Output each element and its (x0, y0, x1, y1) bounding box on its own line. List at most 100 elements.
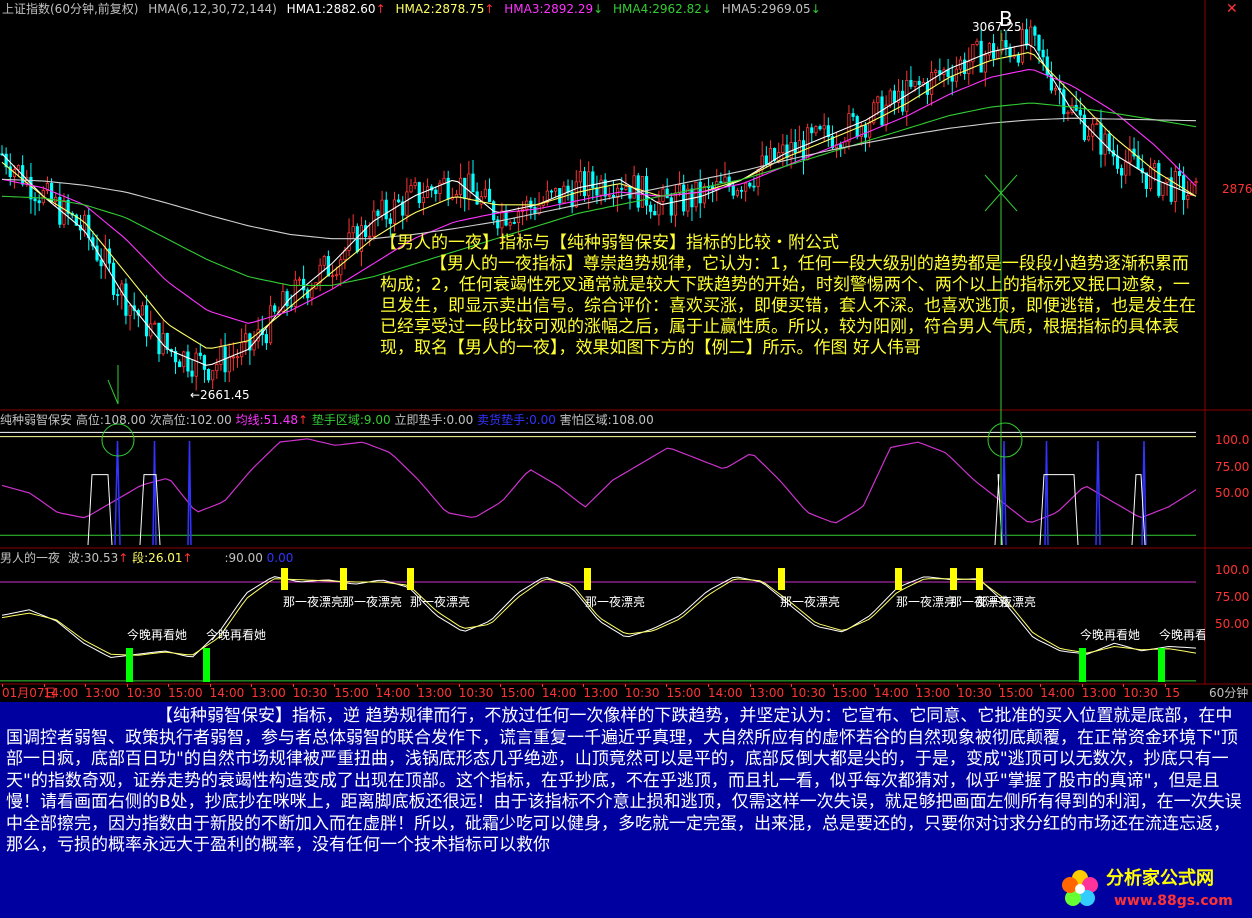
time-axis-label: 13:00 (251, 686, 286, 700)
candle-body (1004, 40, 1008, 48)
panel1-buy: 卖货垫手:0.00 (477, 413, 556, 427)
time-axis-label: 10:30 (624, 686, 660, 700)
panel2-seg: 段:26.01 (132, 551, 183, 565)
sell-signal-bar (340, 568, 347, 590)
candle-body (587, 171, 591, 197)
candle-body (442, 177, 446, 184)
candle-body (33, 198, 37, 202)
candle-body (388, 218, 392, 224)
candle-body (855, 116, 859, 137)
candle-body (934, 70, 938, 74)
candle-body (487, 188, 492, 203)
arrow-up-icon: ↑ (182, 551, 193, 565)
candle-body (471, 173, 475, 193)
candle-body (504, 210, 508, 226)
candle-body (1186, 194, 1190, 200)
candle-body (1124, 161, 1128, 176)
hma1-value: HMA1:2882.60 (286, 2, 376, 16)
candle-body (483, 188, 487, 197)
candle-body (297, 278, 302, 281)
candle-body (508, 222, 512, 226)
time-axis-label: 13:00 (749, 686, 785, 700)
time-axis-label: 15:00 (998, 686, 1034, 700)
candle-body (235, 356, 240, 359)
high-price-label: 3067.25 (972, 20, 1022, 34)
bottom-note-text: 【纯种弱智保安】指标，逆 趋势规律而行，不放过任何一次像样的下跌趋势，并坚定认为… (6, 706, 1242, 855)
candle-body (814, 126, 818, 134)
time-axis-label: 15:00 (334, 686, 369, 700)
sell-signal-bar (976, 568, 983, 590)
candle-body (649, 204, 653, 212)
candle-body (975, 40, 979, 45)
time-axis-tick (375, 684, 377, 687)
time-axis-label: 13:00 (85, 686, 120, 700)
candle-body (363, 225, 368, 237)
candle-body (582, 171, 587, 197)
time-axis-label: 13:00 (583, 686, 618, 700)
buy-signal-bar (203, 648, 210, 682)
candle-body (1173, 171, 1177, 202)
time-axis-label: 13:00 (1081, 686, 1117, 700)
candle-body (669, 197, 673, 216)
candle-body (397, 199, 401, 203)
panel1-name: 纯种弱智保安 (0, 413, 73, 427)
time-axis-tick (1081, 684, 1083, 687)
candle-body (1025, 29, 1029, 46)
panel1-cushion: 垫手区域:9.00 (311, 413, 391, 427)
candle-body (322, 256, 326, 266)
time-axis-label: 14:00 (43, 686, 79, 700)
candle-body (211, 370, 215, 381)
candle-body (996, 50, 1000, 59)
panel2-axis-75: 75.00 (1215, 590, 1250, 604)
candle-body (1095, 123, 1099, 126)
candle-body (467, 173, 471, 200)
sell-signal-label: 那一夜漂亮 (976, 595, 1037, 609)
panel1-high2: 次高位:102.00 (149, 413, 232, 427)
panel1-instant: 立即垫手:0.00 (394, 413, 474, 427)
candle-body (925, 82, 930, 95)
time-axis-tick (251, 684, 253, 687)
candle-body (380, 199, 384, 216)
candle-body (512, 222, 516, 224)
panel1-axis-75: 75.00 (1215, 460, 1250, 474)
time-axis-tick (874, 684, 876, 687)
candle-body (810, 127, 814, 134)
candle-body (863, 125, 868, 138)
candle-body (335, 274, 339, 277)
candle-body (822, 125, 826, 130)
time-axis-label: 14:00 (874, 686, 909, 700)
candle-body (392, 199, 397, 224)
candle-body (554, 188, 558, 192)
arrow-up-icon: ↑ (375, 2, 386, 16)
candle-body (665, 188, 669, 199)
time-axis-tick (500, 684, 502, 687)
time-axis-tick (791, 684, 793, 687)
time-axis-tick (458, 684, 460, 687)
time-axis-label: 13:00 (915, 686, 951, 700)
candle-body (673, 192, 678, 216)
candle-body (1099, 123, 1103, 155)
sell-signal-bar (281, 568, 288, 590)
stock-chart-screen: 上证指数(60分钟,前复权) HMA(6,12,30,72,144) HMA1:… (0, 0, 1252, 918)
buy-signal-label: 今晚再看她 (1080, 628, 1141, 642)
candle-body (748, 182, 752, 187)
sell-signal-label: 那一夜漂亮 (780, 595, 841, 609)
buy-signal-label: 今晚再看她 (206, 628, 267, 642)
candle-body (653, 211, 657, 216)
close-icon[interactable]: ✕ (1226, 2, 1238, 16)
candle-body (417, 182, 421, 204)
annotation-body: 【男人的一夜指标】尊崇趋势规律，它认为：1，任何一段大级别的趋势都是一段段小趋势… (380, 254, 1196, 358)
time-axis-tick (2, 684, 3, 687)
candle-body (202, 355, 207, 370)
candle-body (500, 210, 504, 229)
candle-body (1053, 88, 1058, 91)
candle-body (868, 122, 872, 138)
point-b-label: B (999, 7, 1013, 31)
candle-body (851, 113, 855, 117)
candle-body (694, 181, 698, 208)
candle-body (347, 232, 351, 251)
period-label: 60分钟 (1209, 686, 1249, 700)
sell-signal-label: 那一夜漂亮 (585, 595, 646, 609)
candle-body (339, 259, 343, 276)
candle-body (839, 144, 843, 148)
